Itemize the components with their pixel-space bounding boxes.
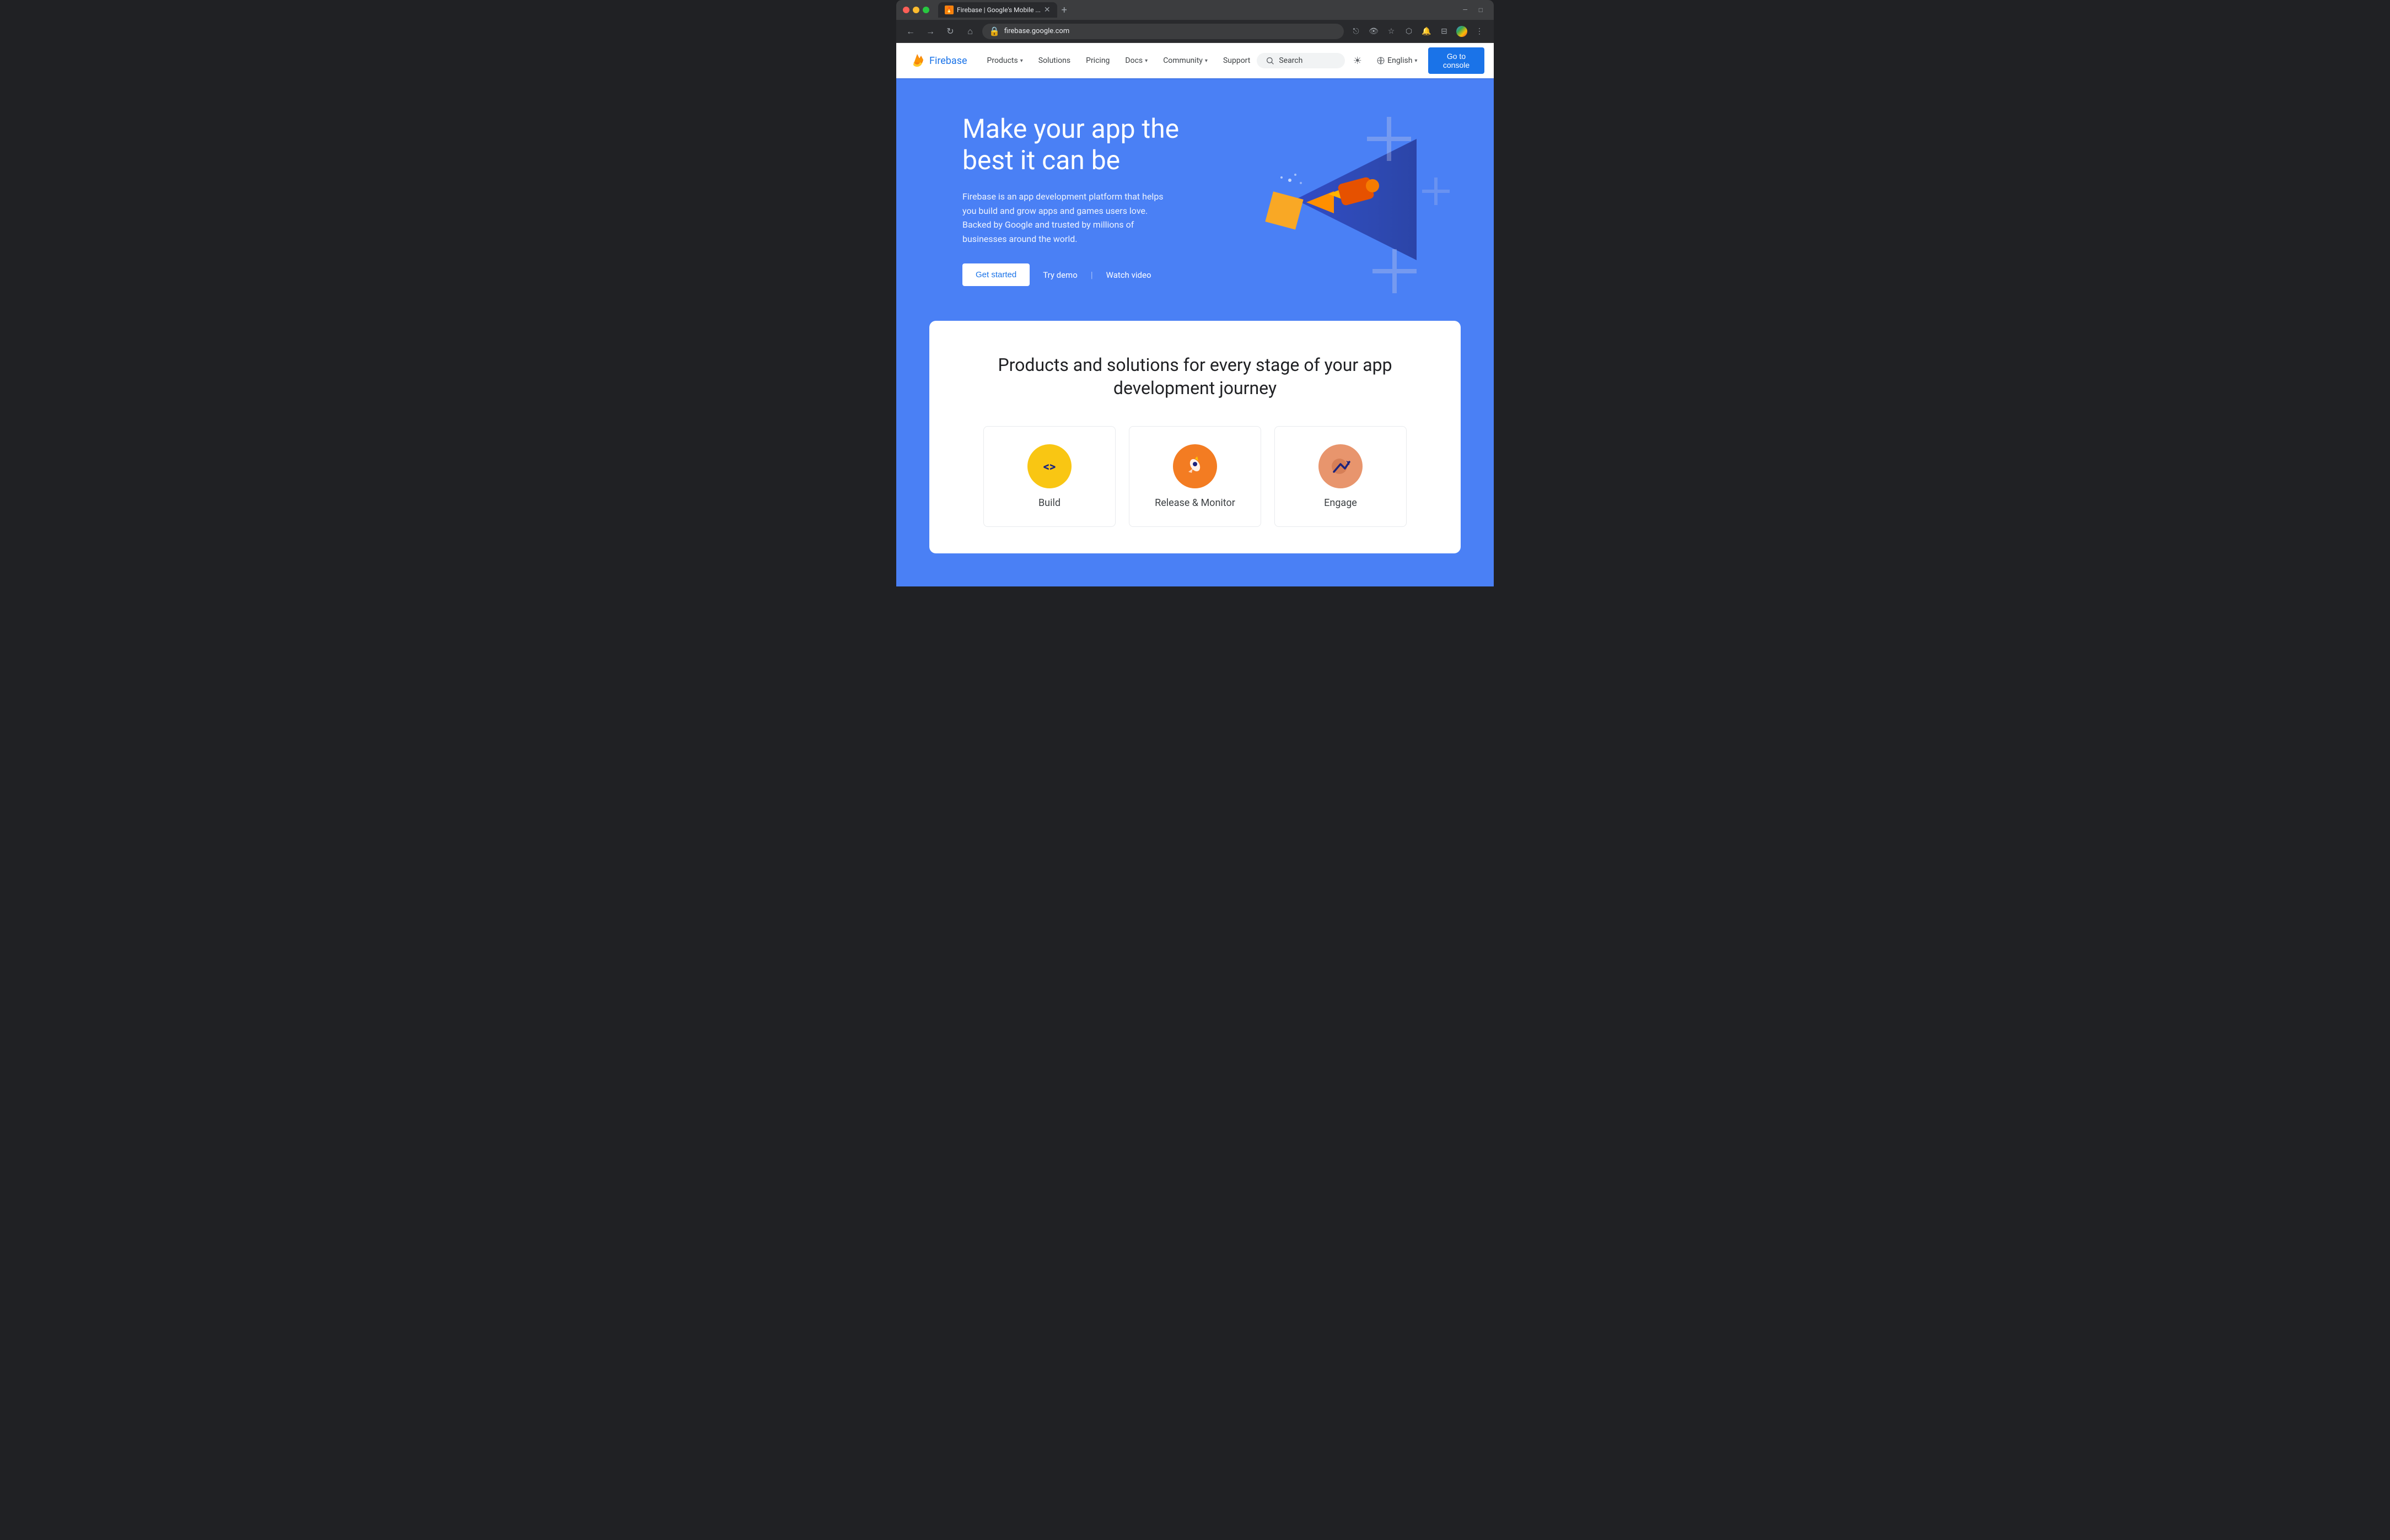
watch-video-link[interactable]: Watch video xyxy=(1106,270,1151,280)
product-card-build[interactable]: <> Build xyxy=(983,426,1116,527)
site-nav: Firebase Products ▾ Solutions Pricing Do… xyxy=(896,43,1494,78)
active-tab[interactable]: 🔥 Firebase | Google's Mobile ... ✕ xyxy=(938,2,1057,18)
theme-toggle-button[interactable]: ☀ xyxy=(1349,51,1365,71)
profile-icon[interactable] xyxy=(1454,24,1469,39)
docs-arrow-icon: ▾ xyxy=(1145,58,1148,64)
window-minimize[interactable]: — xyxy=(1458,5,1472,15)
release-rocket-icon xyxy=(1183,454,1207,478)
close-window-button[interactable] xyxy=(903,7,909,13)
build-label: Build xyxy=(1038,497,1061,509)
nav-links: Products ▾ Solutions Pricing Docs ▾ Comm… xyxy=(981,52,1257,69)
nav-products[interactable]: Products ▾ xyxy=(981,52,1030,69)
build-icon-circle: <> xyxy=(1027,444,1072,488)
extension-icon[interactable]: ⬡ xyxy=(1401,24,1417,39)
hero-svg xyxy=(1185,95,1461,304)
nav-docs[interactable]: Docs ▾ xyxy=(1118,52,1154,69)
maximize-window-button[interactable] xyxy=(923,7,929,13)
search-button[interactable]: Search xyxy=(1257,53,1345,68)
traffic-lights xyxy=(903,7,929,13)
back-button[interactable]: ← xyxy=(903,24,918,39)
minimize-window-button[interactable] xyxy=(913,7,919,13)
nav-pricing[interactable]: Pricing xyxy=(1079,52,1116,69)
logo-text: Firebase xyxy=(929,55,967,67)
tab-favicon: 🔥 xyxy=(945,6,954,14)
sun-icon: ☀ xyxy=(1353,55,1362,67)
notification-icon[interactable]: 🔔 xyxy=(1419,24,1434,39)
refresh-button[interactable]: ↻ xyxy=(943,24,958,39)
hero-content: Make your app the best it can be Firebas… xyxy=(962,113,1216,287)
nav-solutions[interactable]: Solutions xyxy=(1032,52,1077,69)
release-icon-circle xyxy=(1173,444,1217,488)
tab-bar: 🔥 Firebase | Google's Mobile ... ✕ + xyxy=(938,2,1454,18)
url-text: firebase.google.com xyxy=(1004,27,1337,35)
sidebar-icon[interactable]: ⊟ xyxy=(1436,24,1452,39)
hero-section: Make your app the best it can be Firebas… xyxy=(896,78,1494,321)
try-demo-link[interactable]: Try demo xyxy=(1043,270,1078,280)
products-arrow-icon: ▾ xyxy=(1020,58,1023,64)
engage-icon-circle xyxy=(1318,444,1363,488)
products-card: Products and solutions for every stage o… xyxy=(929,321,1461,553)
more-icon: ⋮ xyxy=(1491,54,1494,67)
build-code-icon: <> xyxy=(1038,455,1061,477)
secure-icon: 🔒 xyxy=(989,26,1000,36)
engage-chart-icon xyxy=(1328,454,1353,478)
hero-title: Make your app the best it can be xyxy=(962,113,1216,176)
browser-window: 🔥 Firebase | Google's Mobile ... ✕ + — □… xyxy=(896,0,1494,586)
firebase-logo[interactable]: Firebase xyxy=(909,53,967,68)
home-button[interactable]: ⌂ xyxy=(962,24,978,39)
get-started-button[interactable]: Get started xyxy=(962,263,1030,286)
product-card-engage[interactable]: Engage xyxy=(1274,426,1407,527)
tab-close-button[interactable]: ✕ xyxy=(1044,6,1051,14)
action-divider: | xyxy=(1091,270,1093,280)
go-to-console-button[interactable]: Go to console xyxy=(1428,47,1484,74)
product-card-release[interactable]: Release & Monitor xyxy=(1129,426,1261,527)
window-controls: — □ xyxy=(1458,5,1487,15)
no-tracking-icon[interactable]: 👁 xyxy=(1366,24,1381,39)
search-label: Search xyxy=(1279,56,1302,65)
menu-button[interactable]: ⋮ xyxy=(1472,24,1487,39)
nav-support[interactable]: Support xyxy=(1216,52,1257,69)
browser-toolbar: ← → ↻ ⌂ 🔒 firebase.google.com ⎋ 👁 ☆ ⬡ 🔔 … xyxy=(896,20,1494,43)
engage-label: Engage xyxy=(1324,497,1357,509)
svg-text:<>: <> xyxy=(1043,460,1056,474)
forward-button[interactable]: → xyxy=(923,24,938,39)
firebase-flame-icon xyxy=(909,53,925,68)
language-button[interactable]: English ▾ xyxy=(1370,53,1424,68)
new-tab-button[interactable]: + xyxy=(1059,4,1069,16)
window-maximize[interactable]: □ xyxy=(1474,5,1487,15)
search-icon xyxy=(1266,56,1274,65)
products-section: Products and solutions for every stage o… xyxy=(896,321,1494,586)
website-content: Firebase Products ▾ Solutions Pricing Do… xyxy=(896,43,1494,586)
cast-icon[interactable]: ⎋ xyxy=(1348,24,1364,39)
product-cards: <> Build xyxy=(956,426,1434,527)
community-arrow-icon: ▾ xyxy=(1205,58,1208,64)
language-arrow-icon: ▾ xyxy=(1414,58,1417,64)
language-label: English xyxy=(1387,56,1412,65)
nav-community[interactable]: Community ▾ xyxy=(1156,52,1214,69)
release-label: Release & Monitor xyxy=(1155,497,1235,509)
hero-actions: Get started Try demo | Watch video xyxy=(962,263,1216,286)
nav-right: Search ☀ English ▾ Go to console ⋮ xyxy=(1257,47,1494,74)
bookmark-icon[interactable]: ☆ xyxy=(1384,24,1399,39)
products-title: Products and solutions for every stage o… xyxy=(956,354,1434,400)
more-options-button[interactable]: ⋮ xyxy=(1489,51,1494,71)
toolbar-actions: ⎋ 👁 ☆ ⬡ 🔔 ⊟ ⋮ xyxy=(1348,24,1487,39)
browser-titlebar: 🔥 Firebase | Google's Mobile ... ✕ + — □ xyxy=(896,0,1494,20)
address-bar[interactable]: 🔒 firebase.google.com xyxy=(982,24,1344,39)
hero-illustration xyxy=(1185,95,1461,304)
tab-title: Firebase | Google's Mobile ... xyxy=(957,6,1041,14)
hero-subtitle: Firebase is an app development platform … xyxy=(962,190,1172,246)
globe-icon xyxy=(1376,56,1385,65)
